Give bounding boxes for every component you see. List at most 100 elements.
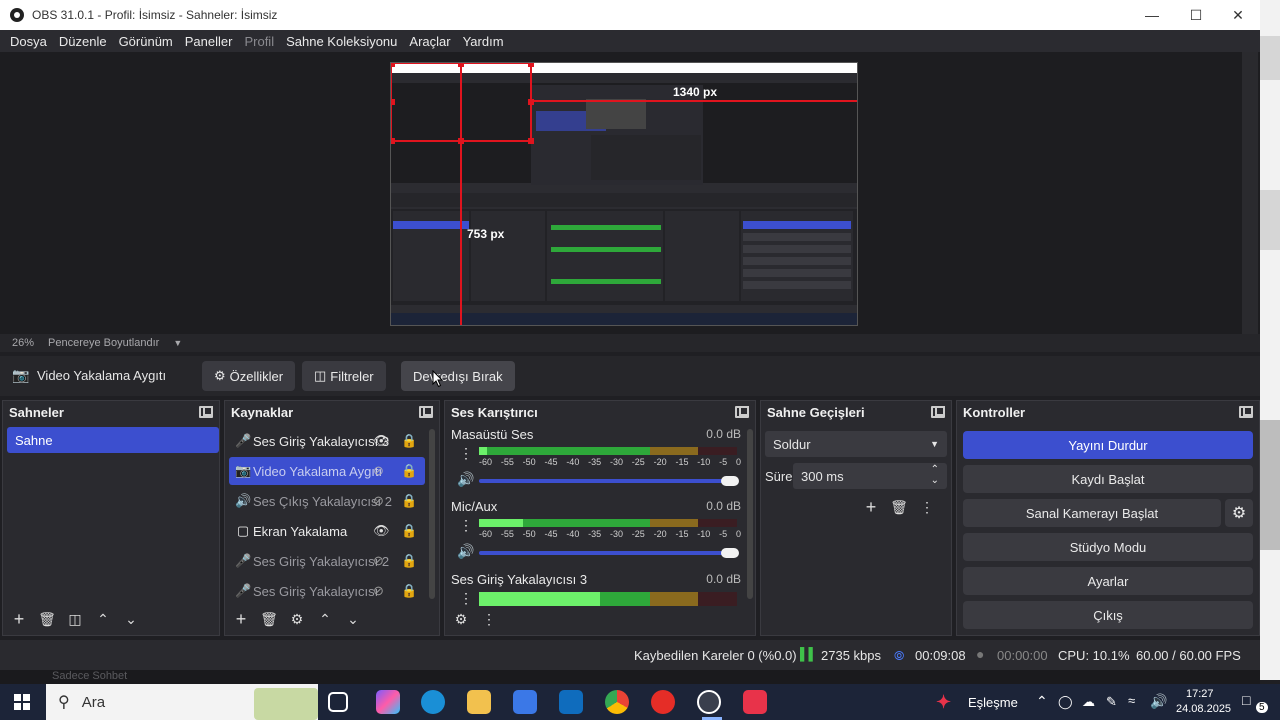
copilot-icon[interactable] [376,690,400,714]
eye-icon[interactable]: 👁 [373,433,390,449]
lock-icon[interactable]: 🔒 [401,523,417,539]
obs-taskbar-icon[interactable] [697,690,721,714]
deactivate-button[interactable]: Devredışı Bırak [401,361,515,391]
speaker-icon[interactable]: 🔊 [457,543,474,560]
exit-button[interactable]: Çıkış [963,601,1253,629]
speaker-icon[interactable]: 🔊 [457,471,474,488]
undock-icon[interactable] [199,406,213,418]
source-item[interactable]: ▢ Ekran Yakalama 👁 🔒 [229,517,425,545]
volume-slider[interactable] [479,476,739,486]
eye-icon[interactable]: 👁 [373,523,390,539]
move-up-icon[interactable]: ⌃ [89,607,117,631]
virtual-camera-settings-icon[interactable]: ⚙ [1225,499,1253,527]
notification-icon[interactable]: □ [1242,692,1250,708]
menu-scene-collection[interactable]: Sahne Koleksiyonu [280,34,403,49]
eye-off-icon[interactable]: ⊘ [373,553,384,569]
studio-mode-button[interactable]: Stüdyo Modu [963,533,1253,561]
duration-input[interactable]: 300 ms ⌃ ⌄ [793,463,947,489]
scene-filters-icon[interactable]: ◫ [61,607,89,631]
undock-icon[interactable] [931,406,945,418]
trash-icon[interactable]: 🗑 [33,607,61,631]
source-item[interactable]: 🎤 Ses Giriş Yakalayıcısı ⊘ 🔒 [229,577,425,605]
source-item[interactable]: 🎤 Ses Giriş Yakalayıcısı 2 ⊘ 🔒 [229,547,425,575]
spinner-icon[interactable]: ⌃ ⌄ [931,464,939,486]
menu-help[interactable]: Yardım [457,34,510,49]
trash-icon[interactable]: 🗑 [885,495,913,519]
move-down-icon[interactable]: ⌄ [117,607,145,631]
close-icon[interactable]: ✕ [1216,0,1260,30]
properties-button[interactable]: ⚙ Özellikler [202,361,296,391]
advanced-audio-icon[interactable]: ⚙ [447,607,475,631]
source-item[interactable]: 🎤 Ses Giriş Yakalayıcısı 3 👁 🔒 [229,427,425,455]
windows-start-icon[interactable] [14,694,30,710]
lock-icon[interactable]: 🔒 [401,553,417,569]
lock-icon[interactable]: 🔒 [401,583,417,599]
undock-icon[interactable] [1239,406,1253,418]
scale-mode-select[interactable]: Pencereye Boyutlandır [48,337,159,349]
yandex-icon[interactable] [651,690,675,714]
add-icon[interactable]: + [5,607,33,631]
lock-icon[interactable]: 🔒 [401,493,417,509]
menu-profile[interactable]: Profil [238,34,280,49]
start-recording-button[interactable]: Kaydı Başlat [963,465,1253,493]
outlook-icon[interactable] [559,690,583,714]
volume-slider-handle[interactable] [721,548,739,558]
add-icon[interactable]: + [857,495,885,519]
source-item[interactable]: 🔊 Ses Çıkış Yakalayıcısı 2 ⊘ 🔒 [229,487,425,515]
taskbar-search[interactable]: ⚲ Ara [46,684,318,720]
trash-icon[interactable]: 🗑 [255,607,283,631]
clock-date[interactable]: 24.08.2025 [1176,703,1231,715]
stop-streaming-button[interactable]: Yayını Durdur [963,431,1253,459]
chrome-icon[interactable] [605,690,629,714]
more-options-icon[interactable]: ⋮ [913,495,941,519]
volume-icon[interactable]: 🔊 [1150,693,1167,710]
settings-button[interactable]: Ayarlar [963,567,1253,595]
lock-icon[interactable]: 🔒 [401,463,417,479]
edge-icon[interactable] [421,690,445,714]
file-explorer-icon[interactable] [467,690,491,714]
eye-off-icon[interactable]: ⊘ [373,463,384,479]
scene-item[interactable]: Sahne [7,427,219,453]
filters-button[interactable]: ◫ Filtreler [302,361,386,391]
tray-chevron-icon[interactable]: ⌃ [1036,693,1048,710]
more-options-icon[interactable]: ⋮ [459,445,473,462]
menu-view[interactable]: Görünüm [113,34,179,49]
task-view-icon[interactable] [328,692,348,712]
menu-file[interactable]: Dosya [4,34,53,49]
menu-docks[interactable]: Paneller [179,34,239,49]
pen-icon[interactable]: ✎ [1106,694,1117,710]
gear-icon[interactable]: ⚙ [283,607,311,631]
volume-slider[interactable] [479,548,739,558]
store-icon[interactable] [513,690,537,714]
mixer-scrollbar[interactable] [747,429,753,599]
source-item[interactable]: 📷 Video Yakalama Aygıtı ⊘ 🔒 [229,457,425,485]
move-down-icon[interactable]: ⌄ [339,607,367,631]
sources-scrollbar[interactable] [429,429,435,599]
menu-tools[interactable]: Araçlar [403,34,456,49]
transition-select[interactable]: Soldur ▼ [765,431,947,457]
more-options-icon[interactable]: ⋮ [459,517,473,534]
onedrive-icon[interactable]: ☁ [1082,694,1095,710]
maximize-icon[interactable]: ☐ [1174,0,1218,30]
menu-edit[interactable]: Düzenle [53,34,113,49]
preview-canvas[interactable]: 1340 px 753 px [390,62,858,326]
wifi-icon[interactable]: ≈ [1128,693,1135,708]
preview-width-label: 1340 px [673,85,718,99]
minimize-icon[interactable]: — [1130,0,1174,30]
add-icon[interactable]: + [227,607,255,631]
volume-slider-handle[interactable] [721,476,739,486]
clock-time[interactable]: 17:27 [1186,688,1214,700]
move-up-icon[interactable]: ⌃ [311,607,339,631]
undock-icon[interactable] [419,406,433,418]
start-virtual-camera-button[interactable]: Sanal Kamerayı Başlat [963,499,1221,527]
more-options-icon[interactable]: ⋮ [475,607,503,631]
tray-app-icon[interactable]: ◯ [1058,694,1073,710]
chevron-down-icon[interactable]: ▼ [173,338,182,348]
preview-scrollbar[interactable] [1242,52,1258,334]
undock-icon[interactable] [735,406,749,418]
eye-off-icon[interactable]: ⊘ [373,493,384,509]
eye-off-icon[interactable]: ⊘ [373,583,384,599]
app-icon[interactable] [743,690,767,714]
pairing-label[interactable]: Eşleşme [968,695,1018,710]
lock-icon[interactable]: 🔒 [401,433,417,449]
